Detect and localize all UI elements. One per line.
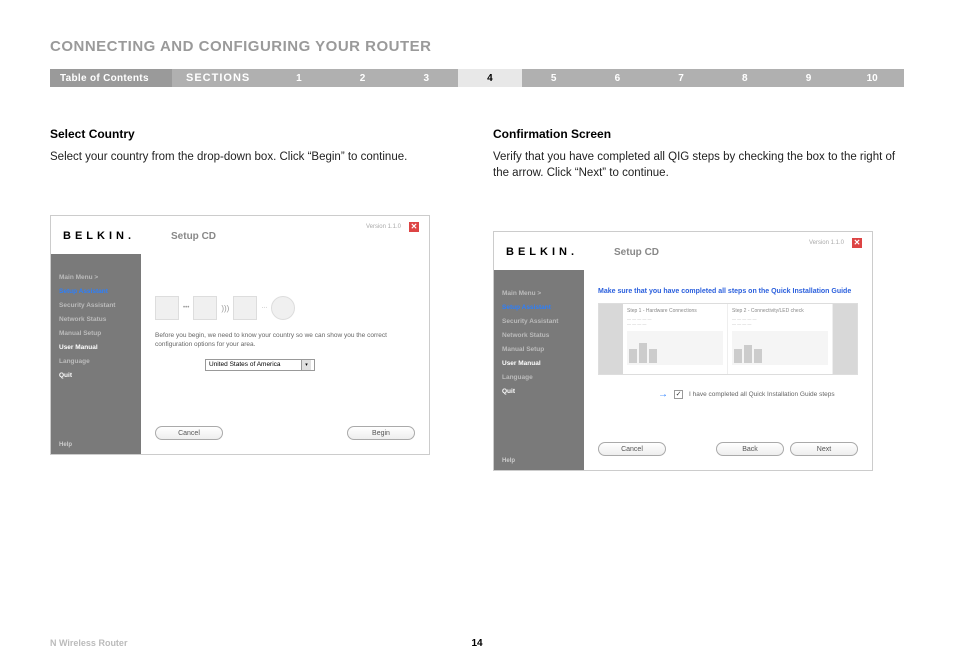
screenshot-main: ••• ))) ··· Before you begin, we need to… [141, 254, 429, 454]
qig-heading: Make sure that you have completed all st… [598, 288, 858, 295]
device-icon [193, 296, 217, 320]
cancel-button[interactable]: Cancel [155, 426, 223, 440]
sidebar-item-main-menu[interactable]: Main Menu > [502, 290, 576, 297]
nav-num-1[interactable]: 1 [267, 73, 331, 84]
sidebar-item-manual-setup[interactable]: Manual Setup [59, 330, 133, 337]
version-label: Version 1.1.0 [809, 240, 844, 246]
instruction-text: Before you begin, we need to know your c… [155, 332, 415, 349]
setup-cd-title: Setup CD [614, 247, 659, 258]
nav-num-9[interactable]: 9 [777, 73, 841, 84]
qig-step1-title: Step 1 - Hardware Connections [627, 308, 723, 314]
nav-num-2[interactable]: 2 [331, 73, 395, 84]
device-icon [233, 296, 257, 320]
close-icon[interactable]: ✕ [852, 238, 862, 248]
screenshot-sidebar: Main Menu > Setup Assistant Security Ass… [51, 254, 141, 454]
qig-panel: Step 1 - Hardware Connections — — — — ——… [598, 303, 858, 375]
sidebar-item-security-assistant[interactable]: Security Assistant [59, 302, 133, 309]
back-button[interactable]: Back [716, 442, 784, 456]
sidebar-help[interactable]: Help [502, 458, 576, 464]
nav-num-8[interactable]: 8 [713, 73, 777, 84]
nav-num-7[interactable]: 7 [649, 73, 713, 84]
device-icon [155, 296, 179, 320]
nav-num-5[interactable]: 5 [522, 73, 586, 84]
begin-button[interactable]: Begin [347, 426, 415, 440]
nav-section-numbers: 1 2 3 4 5 6 7 8 9 10 [267, 69, 904, 87]
sidebar-item-user-manual[interactable]: User Manual [502, 360, 576, 367]
qig-graphic [627, 331, 723, 365]
qig-side-panel [599, 304, 623, 374]
arrow-right-icon: → [658, 389, 668, 400]
nav-bar: Table of Contents SECTIONS 1 2 3 4 5 6 7… [50, 69, 904, 87]
nav-num-3[interactable]: 3 [394, 73, 458, 84]
version-label: Version 1.1.0 [366, 224, 401, 230]
select-country-text: Select your country from the drop-down b… [50, 149, 461, 165]
nav-num-4[interactable]: 4 [458, 69, 522, 87]
wifi-icon: ))) [221, 304, 229, 313]
qig-step-desc: — — — — —— — — — [732, 317, 828, 327]
nav-toc[interactable]: Table of Contents [50, 69, 172, 87]
next-button[interactable]: Next [790, 442, 858, 456]
sidebar-item-security-assistant[interactable]: Security Assistant [502, 318, 576, 325]
sidebar-item-quit[interactable]: Quit [59, 372, 133, 379]
select-country-heading: Select Country [50, 127, 461, 141]
sidebar-help[interactable]: Help [59, 442, 133, 448]
footer-product-name: N Wireless Router [50, 638, 127, 648]
nav-num-6[interactable]: 6 [586, 73, 650, 84]
page-footer: N Wireless Router 14 [50, 638, 904, 648]
close-icon[interactable]: ✕ [409, 222, 419, 232]
dropdown-value: United States of America [209, 361, 281, 368]
qig-graphic [732, 331, 828, 365]
select-country-screenshot: BELKIN Setup CD Version 1.1.0 ✕ Main Men… [50, 215, 430, 455]
sidebar-item-quit[interactable]: Quit [502, 388, 576, 395]
qig-step-desc: — — — — —— — — — [627, 317, 723, 327]
device-diagram: ••• ))) ··· [155, 294, 415, 322]
checkbox-label: I have completed all Quick Installation … [689, 391, 835, 398]
cancel-button[interactable]: Cancel [598, 442, 666, 456]
country-dropdown[interactable]: United States of America ▾ [205, 359, 315, 371]
confirmation-text: Verify that you have completed all QIG s… [493, 149, 904, 181]
sidebar-item-network-status[interactable]: Network Status [59, 316, 133, 323]
sidebar-item-manual-setup[interactable]: Manual Setup [502, 346, 576, 353]
chevron-down-icon: ▾ [301, 360, 311, 370]
qig-step-1: Step 1 - Hardware Connections — — — — ——… [623, 304, 728, 374]
sidebar-item-setup-assistant[interactable]: Setup Assistant [59, 288, 133, 295]
screenshot-sidebar: Main Menu > Setup Assistant Security Ass… [494, 270, 584, 470]
page-number: 14 [471, 638, 482, 649]
left-column: Select Country Select your country from … [50, 127, 461, 471]
setup-cd-title: Setup CD [171, 231, 216, 242]
nav-sections-label: SECTIONS [172, 69, 267, 87]
nav-num-10[interactable]: 10 [840, 73, 904, 84]
page-title: CONNECTING AND CONFIGURING YOUR ROUTER [50, 38, 904, 55]
sidebar-item-language[interactable]: Language [59, 358, 133, 365]
belkin-logo: BELKIN [506, 246, 574, 258]
sidebar-item-user-manual[interactable]: User Manual [59, 344, 133, 351]
checkbox-row: → ✓ I have completed all Quick Installat… [658, 389, 858, 400]
sidebar-item-setup-assistant[interactable]: Setup Assistant [502, 304, 576, 311]
screenshot-main: Make sure that you have completed all st… [584, 270, 872, 470]
globe-icon [271, 296, 295, 320]
arrow-dots-icon: ··· [261, 305, 267, 311]
qig-step-2: Step 2 - Connectivity/LED check — — — — … [728, 304, 833, 374]
qig-step2-title: Step 2 - Connectivity/LED check [732, 308, 828, 314]
sidebar-item-main-menu[interactable]: Main Menu > [59, 274, 133, 281]
qig-side-panel [833, 304, 857, 374]
right-column: Confirmation Screen Verify that you have… [493, 127, 904, 471]
sidebar-item-network-status[interactable]: Network Status [502, 332, 576, 339]
arrow-dots-icon: ••• [183, 305, 189, 311]
sidebar-item-language[interactable]: Language [502, 374, 576, 381]
belkin-logo: BELKIN [63, 230, 131, 242]
qig-checkbox[interactable]: ✓ [674, 390, 683, 399]
confirmation-heading: Confirmation Screen [493, 127, 904, 141]
confirmation-screenshot: BELKIN Setup CD Version 1.1.0 ✕ Main Men… [493, 231, 873, 471]
